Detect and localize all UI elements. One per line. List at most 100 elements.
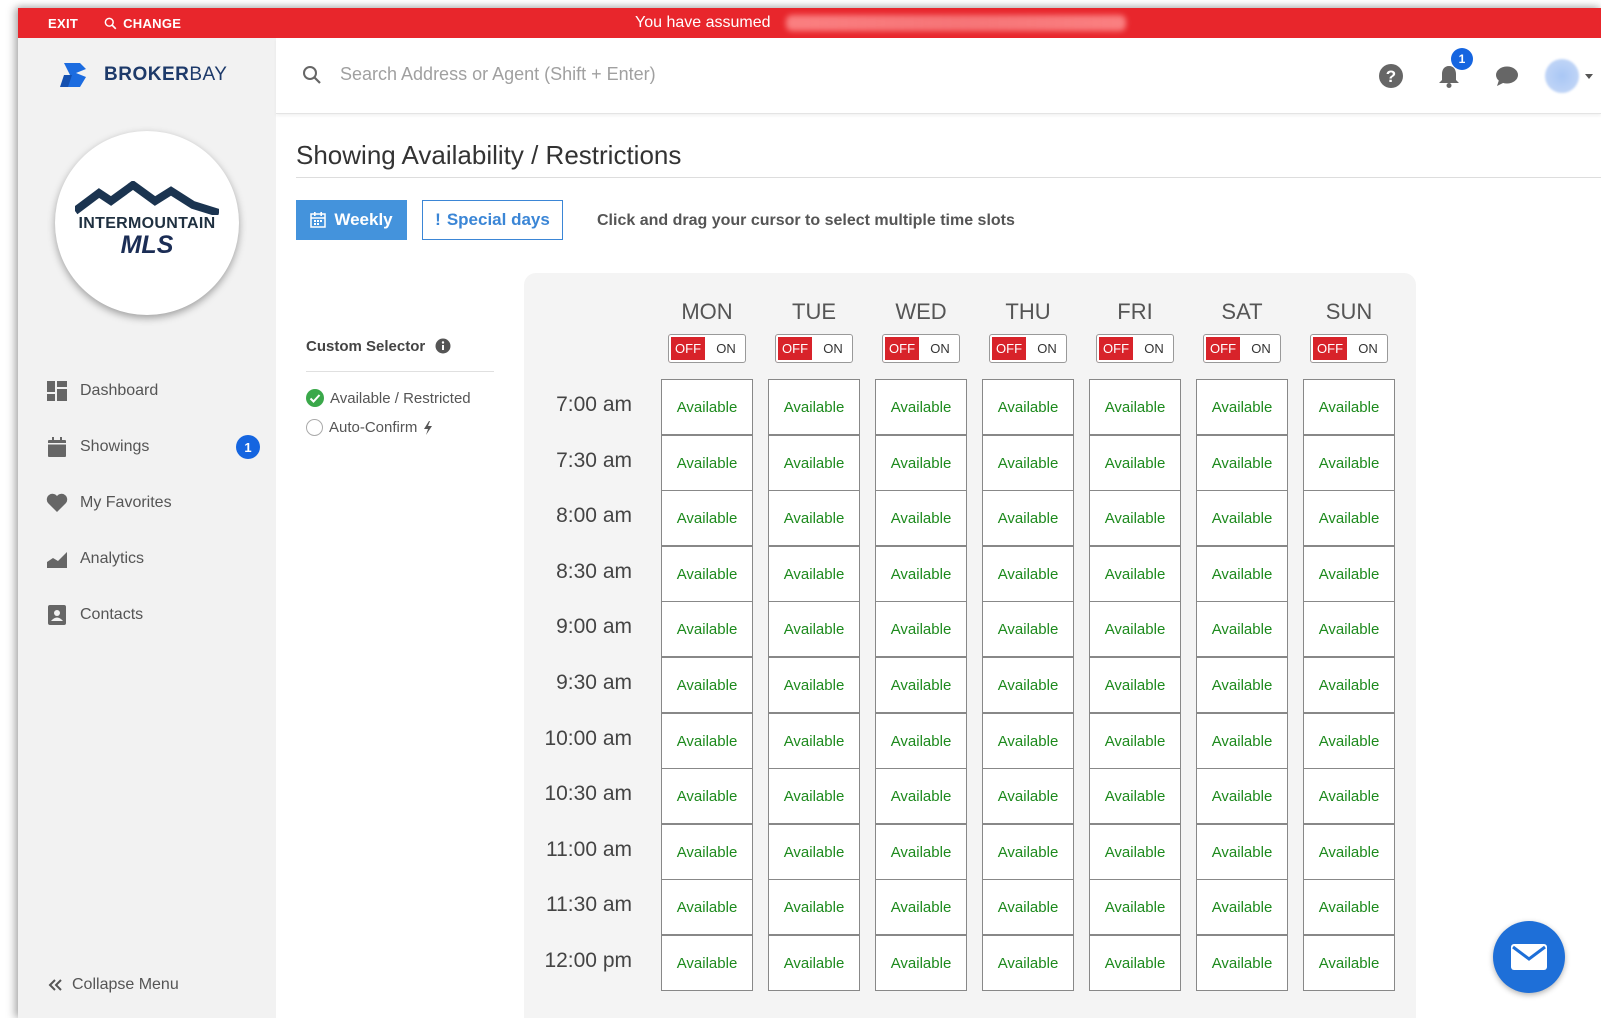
toggle-off[interactable]: OFF [1311, 335, 1350, 362]
time-slot-cell[interactable]: Available [661, 490, 753, 546]
time-slot-cell[interactable]: Available [661, 713, 753, 769]
time-slot-cell[interactable]: Available [1089, 379, 1181, 435]
toggle-off[interactable]: OFF [1097, 335, 1136, 362]
time-slot-cell[interactable]: Available [1303, 657, 1395, 713]
time-slot-cell[interactable]: Available [1089, 601, 1181, 657]
time-slot-cell[interactable]: Available [1089, 768, 1181, 824]
time-slot-cell[interactable]: Available [1089, 713, 1181, 769]
sidebar-item-dashboard[interactable]: Dashboard [46, 363, 260, 419]
day-toggle-sun[interactable]: OFF ON [1310, 334, 1388, 363]
time-slot-cell[interactable]: Available [875, 824, 967, 880]
toggle-on[interactable]: ON [1135, 335, 1173, 362]
sidebar-item-analytics[interactable]: Analytics [46, 531, 260, 587]
time-slot-cell[interactable]: Available [875, 713, 967, 769]
notifications-button[interactable]: 1 [1429, 48, 1473, 96]
brokerbay-logo[interactable]: BROKERBAY [60, 61, 227, 89]
time-slot-cell[interactable]: Available [1196, 713, 1288, 769]
time-slot-cell[interactable]: Available [768, 379, 860, 435]
day-toggle-wed[interactable]: OFF ON [882, 334, 960, 363]
time-slot-cell[interactable]: Available [1303, 601, 1395, 657]
time-slot-cell[interactable]: Available [661, 879, 753, 935]
time-slot-cell[interactable]: Available [875, 935, 967, 991]
time-slot-cell[interactable]: Available [875, 879, 967, 935]
radio-button[interactable] [306, 419, 323, 436]
time-slot-cell[interactable]: Available [661, 824, 753, 880]
time-slot-cell[interactable]: Available [982, 435, 1074, 491]
day-toggle-fri[interactable]: OFF ON [1096, 334, 1174, 363]
time-slot-cell[interactable]: Available [1196, 546, 1288, 602]
toggle-off[interactable]: OFF [776, 335, 815, 362]
search-input[interactable] [340, 64, 800, 85]
time-slot-cell[interactable]: Available [661, 546, 753, 602]
time-slot-cell[interactable]: Available [661, 435, 753, 491]
toggle-off[interactable]: OFF [669, 335, 708, 362]
messages-button[interactable] [1487, 56, 1527, 96]
time-slot-cell[interactable]: Available [1303, 379, 1395, 435]
time-slot-cell[interactable]: Available [661, 601, 753, 657]
toggle-off[interactable]: OFF [883, 335, 922, 362]
time-slot-cell[interactable]: Available [1303, 490, 1395, 546]
time-slot-cell[interactable]: Available [1303, 935, 1395, 991]
time-slot-cell[interactable]: Available [1303, 768, 1395, 824]
time-slot-cell[interactable]: Available [982, 768, 1074, 824]
toggle-on[interactable]: ON [1028, 335, 1066, 362]
support-chat-button[interactable] [1493, 921, 1565, 993]
help-button[interactable]: ? [1371, 56, 1411, 96]
toggle-on[interactable]: ON [814, 335, 852, 362]
time-slot-cell[interactable]: Available [1196, 935, 1288, 991]
time-slot-cell[interactable]: Available [768, 546, 860, 602]
day-toggle-sat[interactable]: OFF ON [1203, 334, 1281, 363]
exit-button[interactable]: EXIT [48, 16, 78, 31]
time-slot-cell[interactable]: Available [661, 379, 753, 435]
special-days-tab-button[interactable]: ! Special days [422, 200, 563, 240]
time-slot-cell[interactable]: Available [768, 601, 860, 657]
time-slot-cell[interactable]: Available [875, 546, 967, 602]
toggle-on[interactable]: ON [1349, 335, 1387, 362]
time-slot-cell[interactable]: Available [982, 490, 1074, 546]
time-slot-cell[interactable]: Available [1196, 490, 1288, 546]
time-slot-cell[interactable]: Available [875, 490, 967, 546]
time-slot-cell[interactable]: Available [1303, 824, 1395, 880]
time-slot-cell[interactable]: Available [1303, 713, 1395, 769]
time-slot-cell[interactable]: Available [768, 768, 860, 824]
time-slot-cell[interactable]: Available [768, 435, 860, 491]
collapse-menu-button[interactable]: Collapse Menu [48, 976, 179, 994]
time-slot-cell[interactable]: Available [1196, 435, 1288, 491]
time-slot-cell[interactable]: Available [1089, 657, 1181, 713]
time-slot-cell[interactable]: Available [768, 824, 860, 880]
time-slot-cell[interactable]: Available [1196, 657, 1288, 713]
time-slot-cell[interactable]: Available [982, 935, 1074, 991]
time-slot-cell[interactable]: Available [1303, 879, 1395, 935]
day-toggle-mon[interactable]: OFF ON [668, 334, 746, 363]
info-icon[interactable] [435, 338, 451, 354]
time-slot-cell[interactable]: Available [1196, 824, 1288, 880]
time-slot-cell[interactable]: Available [982, 879, 1074, 935]
day-toggle-tue[interactable]: OFF ON [775, 334, 853, 363]
time-slot-cell[interactable]: Available [875, 435, 967, 491]
time-slot-cell[interactable]: Available [982, 824, 1074, 880]
time-slot-cell[interactable]: Available [768, 935, 860, 991]
change-button[interactable]: CHANGE [104, 16, 181, 31]
time-slot-cell[interactable]: Available [875, 601, 967, 657]
time-slot-cell[interactable]: Available [1089, 824, 1181, 880]
time-slot-cell[interactable]: Available [982, 379, 1074, 435]
weekly-tab-button[interactable]: Weekly [296, 200, 407, 240]
time-slot-cell[interactable]: Available [1089, 435, 1181, 491]
auto-confirm-option[interactable]: Auto-Confirm [306, 419, 494, 436]
user-menu[interactable] [1545, 56, 1601, 96]
toggle-on[interactable]: ON [921, 335, 959, 362]
time-slot-cell[interactable]: Available [982, 713, 1074, 769]
toggle-off[interactable]: OFF [1204, 335, 1243, 362]
time-slot-cell[interactable]: Available [661, 657, 753, 713]
time-slot-cell[interactable]: Available [982, 657, 1074, 713]
toggle-on[interactable]: ON [707, 335, 745, 362]
sidebar-item-showings[interactable]: Showings 1 [46, 419, 260, 475]
time-slot-cell[interactable]: Available [1089, 935, 1181, 991]
time-slot-cell[interactable]: Available [1196, 768, 1288, 824]
time-slot-cell[interactable]: Available [768, 879, 860, 935]
time-slot-cell[interactable]: Available [1196, 879, 1288, 935]
time-slot-cell[interactable]: Available [1089, 546, 1181, 602]
time-slot-cell[interactable]: Available [1089, 490, 1181, 546]
toggle-off[interactable]: OFF [990, 335, 1029, 362]
toggle-on[interactable]: ON [1242, 335, 1280, 362]
